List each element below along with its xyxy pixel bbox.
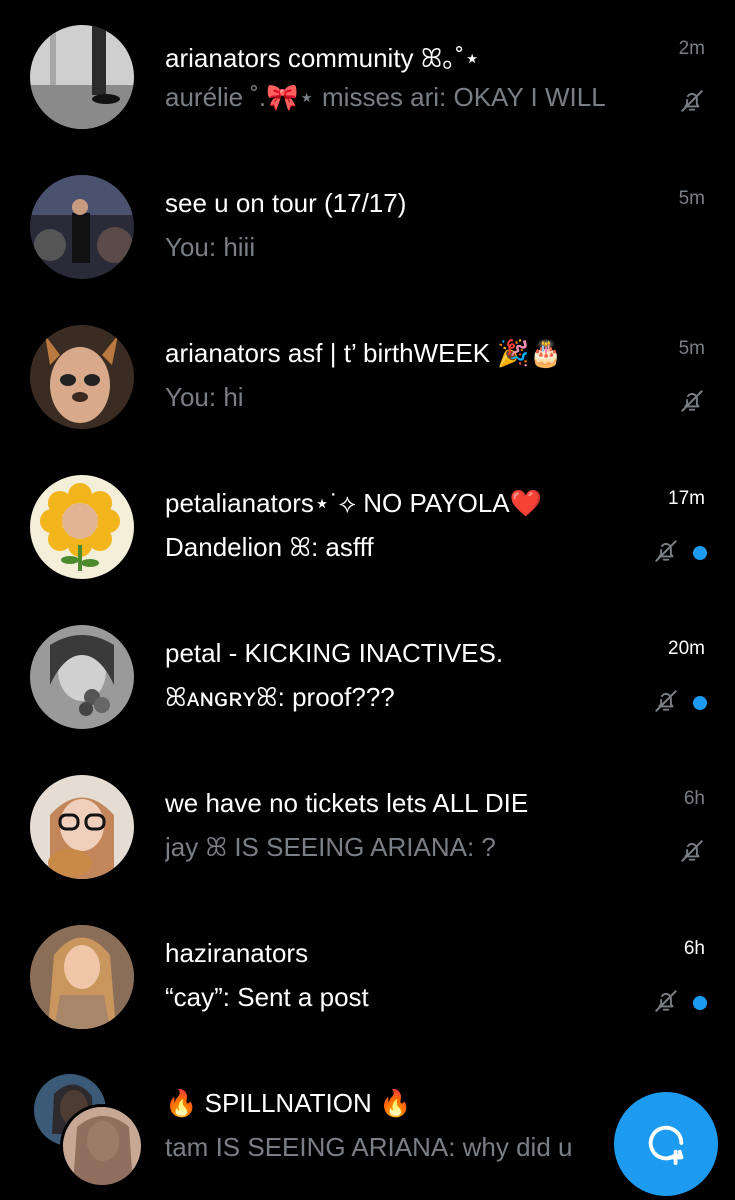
conversation-preview: ꕤᴀɴɢʀʏꕤ: proof??? xyxy=(165,682,395,712)
unread-dot xyxy=(693,546,707,560)
bell-slash-icon xyxy=(681,390,703,412)
conversation-time: 5m xyxy=(678,188,705,209)
bell-slash-icon xyxy=(681,840,703,862)
conversation-preview: tam IS SEEING ARIANA: why did u xyxy=(165,1132,573,1162)
conversation-title: see u on tour (17/17) xyxy=(165,188,407,218)
conversation-preview: jay ꕤ IS SEEING ARIANA: ? xyxy=(165,832,496,862)
bell-slash-icon xyxy=(655,690,677,712)
avatar xyxy=(30,925,134,1029)
bell-slash-icon xyxy=(655,990,677,1012)
avatar xyxy=(30,475,134,579)
conversation-row[interactable]: petalianators⋆˙⟡ NO PAYOLA❤️ Dandelion ꕤ… xyxy=(0,450,735,600)
avatar xyxy=(30,625,134,729)
bell-slash-icon xyxy=(681,90,703,112)
conversation-time: 6h xyxy=(683,938,705,959)
conversation-row[interactable]: we have no tickets lets ALL DIE jay ꕤ IS… xyxy=(0,750,735,900)
conversation-title: petalianators⋆˙⟡ NO PAYOLA❤️ xyxy=(165,488,543,518)
unread-dot xyxy=(693,696,707,710)
new-message-button[interactable] xyxy=(614,1092,718,1196)
conversation-time: 17m xyxy=(668,488,705,509)
new-message-icon xyxy=(648,1125,684,1166)
conversation-row[interactable]: haziranators “cay”: Sent a post 6h xyxy=(0,900,735,1050)
conversation-title: arianators community ꕤ｡˚⋆ xyxy=(165,43,481,73)
conversation-time: 2m xyxy=(678,38,705,59)
avatar xyxy=(30,775,134,879)
conversation-title: 🔥 SPILLNATION 🔥 xyxy=(165,1088,412,1118)
unread-dot xyxy=(693,996,707,1010)
avatar xyxy=(30,25,134,129)
conversation-preview: You: hi xyxy=(165,382,244,412)
conversation-time: 5m xyxy=(678,338,705,359)
conversation-row[interactable]: see u on tour (17/17) You: hiii 5m xyxy=(0,150,735,300)
conversation-time: 6h xyxy=(683,788,705,809)
conversation-title: we have no tickets lets ALL DIE xyxy=(165,788,529,818)
avatar xyxy=(60,1104,144,1188)
conversation-time: 20m xyxy=(668,638,705,659)
avatar xyxy=(30,175,134,279)
avatar xyxy=(30,325,134,429)
conversation-preview: aurélie ˚.🎀⋆ misses ari: OKAY I WILL xyxy=(165,82,606,112)
conversation-title: arianators asf | t’ birthWEEK 🎉🎂 xyxy=(165,338,563,368)
conversation-title: haziranators xyxy=(165,938,309,968)
conversation-row[interactable]: arianators community ꕤ｡˚⋆ aurélie ˚.🎀⋆ m… xyxy=(0,0,735,150)
conversation-title: petal - KICKING INACTIVES. xyxy=(165,638,504,668)
conversation-row[interactable]: petal - KICKING INACTIVES. ꕤᴀɴɢʀʏꕤ: proo… xyxy=(0,600,735,750)
conversation-row[interactable]: arianators asf | t’ birthWEEK 🎉🎂 You: hi… xyxy=(0,300,735,450)
conversation-preview: Dandelion ꕤ: asfff xyxy=(165,532,374,562)
conversation-preview: “cay”: Sent a post xyxy=(165,982,369,1012)
conversation-preview: You: hiii xyxy=(165,232,256,262)
bell-slash-icon xyxy=(655,540,677,562)
